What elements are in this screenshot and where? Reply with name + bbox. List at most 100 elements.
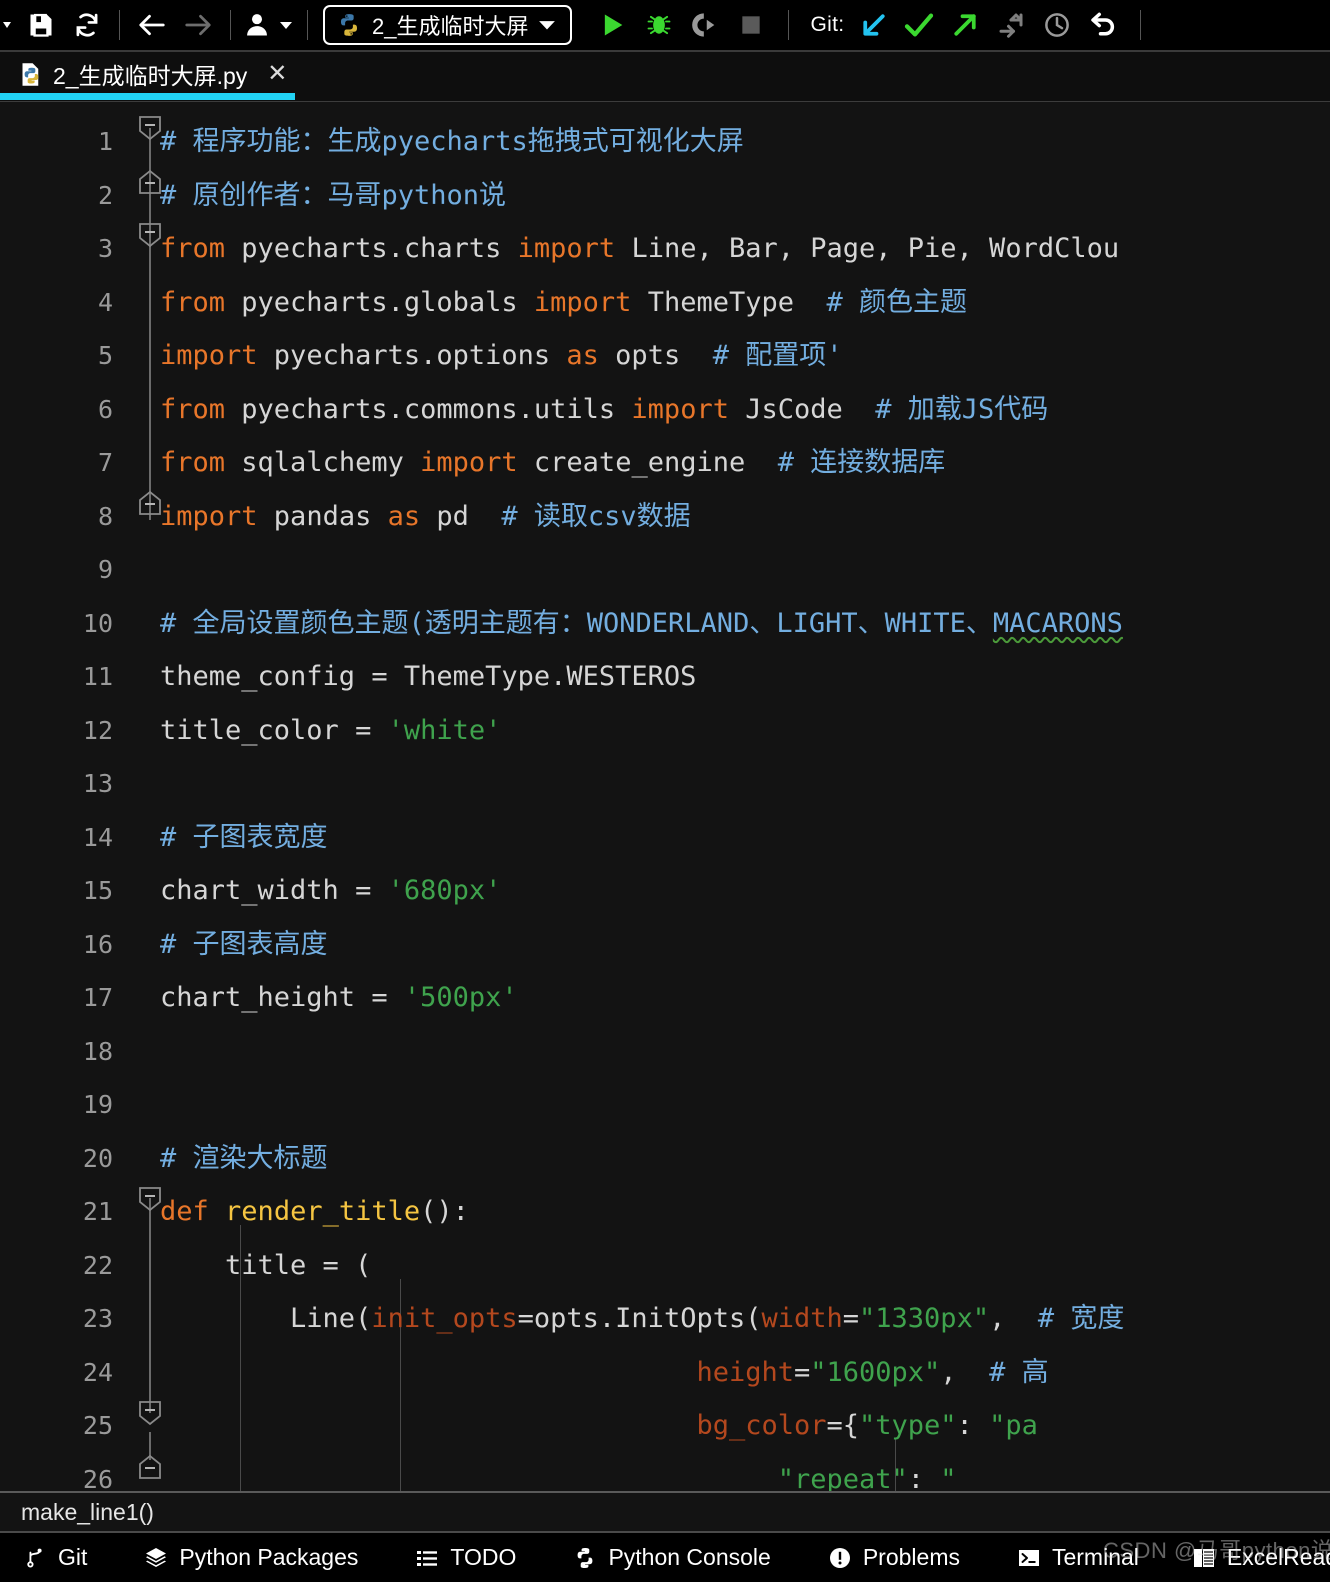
- code-token: # 高: [989, 1356, 1049, 1388]
- line-number: 25: [82, 1411, 113, 1440]
- code-line[interactable]: # 子图表高度: [160, 918, 328, 972]
- line-number: 17: [82, 983, 113, 1012]
- status-todo-label: TODO: [450, 1544, 517, 1570]
- line-number: 21: [82, 1197, 113, 1226]
- debug-button[interactable]: [636, 2, 682, 48]
- code-token: =opts.InitOpts(: [517, 1303, 762, 1334]
- code-token: init_opts: [371, 1303, 518, 1334]
- code-token: pyecharts.commons.utils: [225, 393, 632, 425]
- code-token: import: [631, 393, 729, 425]
- line-number: 11: [82, 662, 113, 691]
- git-rebase-icon[interactable]: [988, 2, 1034, 48]
- status-git[interactable]: Git: [18, 1532, 91, 1582]
- code-line[interactable]: chart_height = '500px': [160, 971, 518, 1025]
- status-todo[interactable]: TODO: [410, 1532, 520, 1582]
- run-configuration-selector[interactable]: 2_生成临时大屏: [323, 5, 573, 45]
- status-problems[interactable]: Problems: [823, 1532, 964, 1582]
- code-token: width: [761, 1303, 843, 1334]
- back-arrow-icon[interactable]: [129, 2, 175, 48]
- line-number: 15: [82, 876, 113, 905]
- code-token: # 渲染大标题: [160, 1142, 328, 1174]
- tab-2-生成临时大屏-py[interactable]: 2_生成临时大屏.py ✕: [0, 52, 301, 96]
- run-with-coverage-button[interactable]: [682, 2, 728, 48]
- code-line[interactable]: from pyecharts.charts import Line, Bar, …: [160, 222, 1119, 276]
- code-token: "pa: [989, 1410, 1038, 1441]
- code-line[interactable]: "repeat": ": [160, 1453, 957, 1492]
- code-token: "repeat": [777, 1463, 908, 1492]
- code-token: chart_width =: [160, 875, 388, 906]
- line-number: 9: [97, 555, 113, 584]
- code-line[interactable]: bg_color={"type": "pa: [160, 1399, 1038, 1453]
- code-line[interactable]: Line(init_opts=opts.InitOpts(width="1330…: [160, 1292, 1124, 1346]
- code-token: MACARONS: [992, 607, 1123, 639]
- code-token: =: [793, 1356, 811, 1388]
- code-line[interactable]: from pyecharts.globals import ThemeType …: [160, 276, 967, 330]
- status-python-console[interactable]: Python Console: [568, 1532, 774, 1582]
- code-token: # 连接数据库: [777, 447, 946, 478]
- status-python-packages[interactable]: Python Packages: [139, 1532, 362, 1582]
- line-number: 7: [97, 448, 113, 477]
- breadcrumb-label: make_line1(): [21, 1498, 154, 1525]
- code-line[interactable]: chart_width = '680px': [160, 864, 501, 918]
- code-token: bg_color: [696, 1410, 827, 1441]
- code-line[interactable]: theme_config = ThemeType.WESTEROS: [160, 650, 696, 704]
- code-text-area[interactable]: # 程序功能：生成pyecharts拖拽式可视化大屏 # 原创作者：马哥pytho…: [160, 102, 1330, 1491]
- list-icon: [414, 1545, 440, 1571]
- git-update-project-icon[interactable]: [852, 2, 896, 48]
- status-python-console-label: Python Console: [608, 1544, 771, 1570]
- line-number: 6: [97, 394, 113, 424]
- status-terminal-label: Terminal: [1051, 1544, 1139, 1570]
- code-token: pd: [420, 500, 502, 532]
- code-token: import: [517, 233, 616, 264]
- line-number: 26: [82, 1464, 113, 1492]
- status-bar: Git Python Packages TODO Python Console …: [0, 1531, 1330, 1582]
- code-editor[interactable]: 1 2 3 4 5 6 7 8 9 10 11 12 13 14 15 16 17 18 19 20 21 22 23 24 2…: [0, 102, 1330, 1491]
- book-icon: [1191, 1545, 1217, 1571]
- breadcrumb[interactable]: make_line1(): [0, 1491, 1330, 1531]
- code-line[interactable]: # 渲染大标题: [160, 1132, 328, 1186]
- code-line[interactable]: def render_title():: [160, 1185, 469, 1239]
- code-line[interactable]: # 程序功能：生成pyecharts拖拽式可视化大屏: [160, 115, 744, 169]
- status-terminal[interactable]: Terminal: [1012, 1532, 1143, 1582]
- code-line[interactable]: import pyecharts.options as opts # 配置项': [160, 329, 843, 383]
- git-rollback-icon[interactable]: [1080, 2, 1126, 48]
- code-line[interactable]: from pyecharts.commons.utils import JsCo…: [160, 383, 1048, 437]
- code-token: from: [160, 233, 226, 264]
- status-python-packages-label: Python Packages: [179, 1544, 359, 1570]
- code-token: import: [533, 286, 632, 318]
- git-history-icon[interactable]: [1034, 2, 1080, 48]
- code-line[interactable]: # 全局设置颜色主题(透明主题有：WONDERLAND、LIGHT、WHITE、…: [160, 597, 1123, 651]
- code-line[interactable]: # 子图表宽度: [160, 811, 328, 865]
- code-token: # 程序功能：生成pyecharts拖拽式可视化大屏: [160, 126, 744, 157]
- line-number: 5: [97, 341, 113, 370]
- code-token: JsCode: [728, 393, 876, 425]
- code-line[interactable]: # 原创作者：马哥python说: [160, 169, 506, 223]
- code-token: =: [842, 1303, 860, 1334]
- code-line[interactable]: from sqlalchemy import create_engine # 连…: [160, 436, 945, 490]
- code-line[interactable]: import pandas as pd # 读取csv数据: [160, 490, 691, 544]
- stop-button[interactable]: [728, 2, 774, 48]
- status-excel-reader[interactable]: ExcelReader: [1187, 1532, 1330, 1582]
- run-button[interactable]: [590, 2, 636, 48]
- git-commit-icon[interactable]: [896, 2, 942, 48]
- code-line[interactable]: height="1600px", # 高: [160, 1346, 1049, 1400]
- git-push-icon[interactable]: [942, 2, 988, 48]
- line-number: 12: [82, 715, 113, 745]
- code-line[interactable]: title = (: [160, 1239, 371, 1293]
- save-icon[interactable]: [18, 2, 64, 48]
- user-dropdown-caret-icon[interactable]: [274, 2, 298, 48]
- line-number: 2: [97, 180, 113, 210]
- code-token: Line, Bar, Page, Pie, WordClou: [615, 233, 1120, 264]
- dropdown-caret-partial-icon[interactable]: [0, 2, 18, 48]
- sync-refresh-icon[interactable]: [64, 2, 110, 48]
- user-avatar-icon[interactable]: [240, 2, 274, 48]
- python-file-icon: [336, 12, 362, 38]
- chevron-down-icon[interactable]: [538, 16, 556, 34]
- line-number: 20: [82, 1143, 113, 1173]
- forward-arrow-icon[interactable]: [175, 2, 221, 48]
- toolbar-divider-5: [1140, 10, 1142, 40]
- line-number: 4: [97, 287, 113, 317]
- code-line[interactable]: title_color = 'white': [160, 704, 501, 758]
- close-icon[interactable]: ✕: [267, 62, 287, 86]
